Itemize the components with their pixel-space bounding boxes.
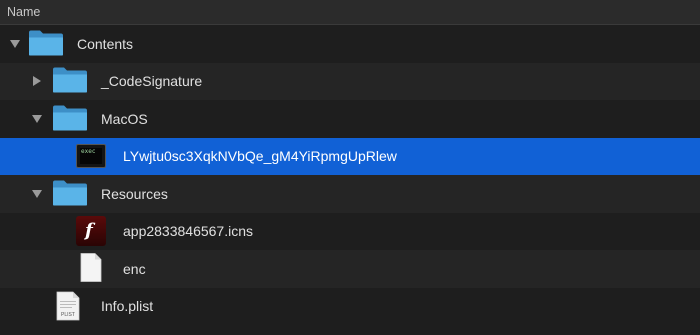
terminal-executable-icon: exec	[76, 144, 106, 169]
list-item-label: Contents	[77, 35, 134, 52]
list-item-label: enc	[123, 260, 146, 277]
list-item-icns[interactable]: f app2833846567.icns	[0, 213, 700, 251]
list-item-label: _CodeSignature	[101, 73, 203, 90]
folder-icon	[52, 178, 88, 209]
list-item-resources[interactable]: Resources	[0, 175, 700, 213]
list-item-label: LYwjtu0sc3XqkNVbQe_gM4YiRpmgUpRlew	[123, 148, 397, 165]
flash-icns-icon: f	[76, 216, 106, 247]
chevron-down-icon[interactable]	[9, 38, 21, 50]
list-item-label: MacOS	[101, 110, 148, 127]
plist-badge: PLIST	[61, 312, 75, 319]
folder-icon	[52, 66, 88, 97]
plist-document-icon: PLIST	[56, 291, 80, 321]
blank-document-icon	[80, 252, 102, 285]
list-item-contents[interactable]: Contents	[0, 25, 700, 63]
list-item-executable[interactable]: exec LYwjtu0sc3XqkNVbQe_gM4YiRpmgUpRlew	[0, 137, 700, 175]
list-item-codesignature[interactable]: _CodeSignature	[0, 62, 700, 100]
chevron-right-icon[interactable]	[31, 75, 43, 87]
list-item-label: Resources	[101, 185, 168, 202]
list-item-info-plist[interactable]: PLIST Info.plist	[0, 288, 700, 326]
chevron-down-icon[interactable]	[31, 188, 43, 200]
finder-list-view: Name Contents _CodeSignature MacOS exec …	[0, 0, 700, 335]
chevron-down-icon[interactable]	[31, 113, 43, 125]
folder-icon	[28, 28, 64, 59]
list-item-label: Info.plist	[101, 298, 154, 315]
list-item-macos[interactable]: MacOS	[0, 100, 700, 138]
list-item-label: app2833846567.icns	[123, 223, 254, 240]
list-item-enc[interactable]: enc	[0, 250, 700, 288]
name-column-header[interactable]: Name	[0, 0, 700, 25]
folder-icon	[52, 103, 88, 134]
